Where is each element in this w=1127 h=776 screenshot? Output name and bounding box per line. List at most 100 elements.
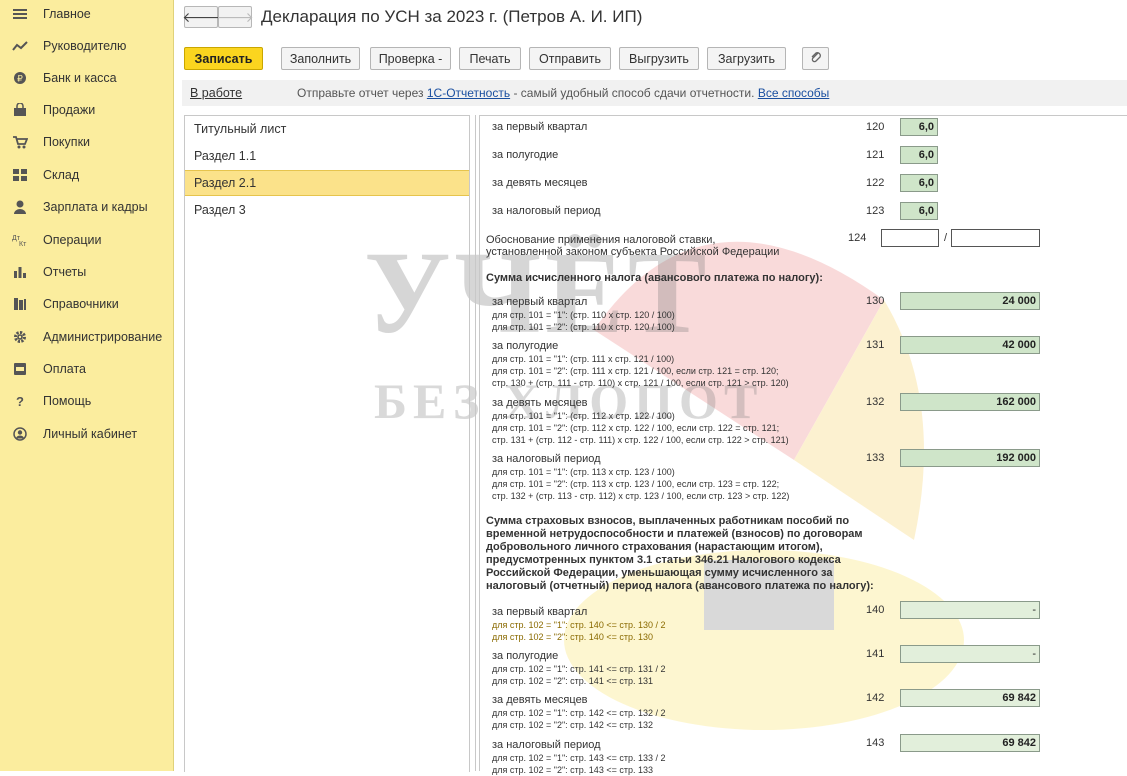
info-text-before: Отправьте отчет через: [297, 86, 424, 100]
sidebar-item-salary[interactable]: Зарплата и кадры: [0, 193, 173, 221]
import-button[interactable]: Загрузить: [707, 47, 786, 70]
sidebar-item-sales[interactable]: Продажи: [0, 96, 173, 124]
coin-icon: ₽: [12, 70, 28, 86]
row-120-code: 120: [866, 121, 885, 133]
books-icon: [12, 296, 28, 312]
row-131-hint: стр. 130 + (стр. 111 - стр. 110) x стр. …: [492, 378, 789, 388]
row-141-value[interactable]: -: [900, 645, 1040, 663]
main-area: 🡐 🡒 Декларация по УСН за 2023 г. (Петров…: [174, 0, 1127, 775]
row-121-value[interactable]: 6,0: [900, 146, 938, 164]
check-button[interactable]: Проверка -: [370, 47, 451, 70]
section-2-1[interactable]: Раздел 2.1: [185, 170, 469, 196]
print-button[interactable]: Печать: [459, 47, 521, 70]
row-132-hint: стр. 131 + (стр. 112 - стр. 111) x стр. …: [492, 435, 789, 445]
row-143-hint: для стр. 102 = "1": стр. 143 <= стр. 133…: [492, 753, 666, 763]
trend-chart-icon: [12, 38, 28, 54]
row-132-value[interactable]: 162 000: [900, 393, 1040, 411]
section-3[interactable]: Раздел 3: [185, 197, 469, 223]
send-button[interactable]: Отправить: [529, 47, 611, 70]
row-122-value[interactable]: 6,0: [900, 174, 938, 192]
row-133-hint: стр. 132 + (стр. 113 - стр. 112) x стр. …: [492, 491, 790, 501]
row-143-hint: для стр. 102 = "2": стр. 143 <= стр. 133: [492, 765, 653, 775]
sidebar-item-label: Помощь: [43, 394, 92, 408]
row-124-code: 124: [848, 232, 867, 244]
row-133-label: за налоговый период: [492, 453, 601, 465]
row-124-label-line1: Обоснование применения налоговой ставки,: [486, 234, 716, 246]
section-1-1[interactable]: Раздел 1.1: [185, 143, 469, 169]
sidebar-item-warehouse[interactable]: Склад: [0, 161, 173, 189]
splitter[interactable]: [475, 115, 476, 771]
row-131-label: за полугодие: [492, 340, 559, 352]
warehouse-grid-icon: [12, 167, 28, 183]
row-143-code: 143: [866, 737, 885, 749]
sidebar-item-reports[interactable]: Отчеты: [0, 258, 173, 286]
row-140-value[interactable]: -: [900, 601, 1040, 619]
row-120-label: за первый квартал: [492, 121, 588, 133]
sidebar: Главное Руководителю ₽ Банк и касса Прод…: [0, 0, 174, 771]
sidebar-item-bank[interactable]: ₽ Банк и касса: [0, 64, 173, 92]
sidebar-item-help[interactable]: ? Помощь: [0, 387, 173, 415]
sidebar-item-label: Руководителю: [43, 39, 127, 53]
sidebar-item-admin[interactable]: Администрирование: [0, 323, 173, 351]
row-131-hint: для стр. 101 = "2": (стр. 111 x стр. 121…: [492, 366, 779, 376]
sidebar-item-label: Отчеты: [43, 265, 87, 279]
row-130-label: за первый квартал: [492, 296, 588, 308]
row-140-code: 140: [866, 604, 885, 616]
sections-list: Титульный лист Раздел 1.1 Раздел 2.1 Раз…: [184, 115, 470, 772]
forward-button[interactable]: 🡒: [216, 6, 254, 28]
sidebar-item-label: Склад: [43, 168, 80, 182]
row-130-value[interactable]: 24 000: [900, 292, 1040, 310]
fill-button[interactable]: Заполнить: [281, 47, 360, 70]
sidebar-item-label: Операции: [43, 233, 102, 247]
info-text-after: - самый удобный способ сдачи отчетности.: [513, 86, 755, 100]
section-heading-140: временной нетрудоспособности и платежей …: [486, 528, 863, 540]
row-140-label: за первый квартал: [492, 606, 588, 618]
row-124-field-2[interactable]: [951, 229, 1040, 247]
row-141-label: за полугодие: [492, 650, 559, 662]
sidebar-item-payment[interactable]: Оплата: [0, 355, 173, 383]
question-icon: ?: [12, 393, 28, 409]
form-section-2-1: за первый квартал 120 6,0 за полугодие 1…: [480, 115, 1127, 775]
row-131-code: 131: [866, 339, 885, 351]
row-142-label: за девять месяцев: [492, 694, 588, 706]
arrow-right-icon: 🡒: [216, 8, 254, 25]
row-123-label: за налоговый период: [492, 205, 601, 217]
row-133-code: 133: [866, 452, 885, 464]
row-123-value[interactable]: 6,0: [900, 202, 938, 220]
row-122-code: 122: [866, 177, 885, 189]
sidebar-item-account[interactable]: Личный кабинет: [0, 420, 173, 448]
row-132-hint: для стр. 101 = "1": (стр. 112 x стр. 122…: [492, 411, 675, 421]
row-133-hint: для стр. 101 = "2": (стр. 113 x стр. 123…: [492, 479, 780, 489]
attach-button[interactable]: [802, 47, 829, 70]
sidebar-item-references[interactable]: Справочники: [0, 290, 173, 318]
save-button[interactable]: Записать: [184, 47, 263, 70]
sidebar-item-operations[interactable]: Дт Кт Операции: [0, 226, 173, 254]
row-130-code: 130: [866, 295, 885, 307]
row-131-value[interactable]: 42 000: [900, 336, 1040, 354]
export-button[interactable]: Выгрузить: [619, 47, 699, 70]
all-methods-link[interactable]: Все способы: [758, 86, 830, 100]
sidebar-item-purchases[interactable]: Покупки: [0, 128, 173, 156]
status-link[interactable]: В работе: [190, 86, 242, 100]
row-142-value[interactable]: 69 842: [900, 689, 1040, 707]
row-141-hint: для стр. 102 = "2": стр. 141 <= стр. 131: [492, 676, 653, 686]
sidebar-item-label: Продажи: [43, 103, 96, 117]
sidebar-item-main[interactable]: Главное: [0, 0, 173, 28]
row-133-value[interactable]: 192 000: [900, 449, 1040, 467]
section-title-page[interactable]: Титульный лист: [185, 116, 469, 142]
svg-text:Кт: Кт: [19, 241, 27, 247]
row-124-field-1[interactable]: [881, 229, 939, 247]
sidebar-item-manager[interactable]: Руководителю: [0, 32, 173, 60]
row-120-value[interactable]: 6,0: [900, 118, 938, 136]
reporting-link[interactable]: 1С-Отчетность: [427, 86, 510, 100]
row-143-value[interactable]: 69 842: [900, 734, 1040, 752]
row-142-hint: для стр. 102 = "1": стр. 142 <= стр. 132…: [492, 708, 666, 718]
row-143-label: за налоговый период: [492, 739, 601, 751]
back-button[interactable]: 🡐: [182, 6, 220, 28]
svg-text:₽: ₽: [17, 74, 23, 84]
row-133-hint: для стр. 101 = "1": (стр. 113 x стр. 123…: [492, 467, 675, 477]
section-heading-140: Сумма страховых взносов, выплаченных раб…: [486, 515, 850, 527]
section-heading-140: добровольного личного страхования (нарас…: [486, 541, 823, 553]
bag-icon: [12, 102, 28, 118]
row-141-code: 141: [866, 648, 885, 660]
